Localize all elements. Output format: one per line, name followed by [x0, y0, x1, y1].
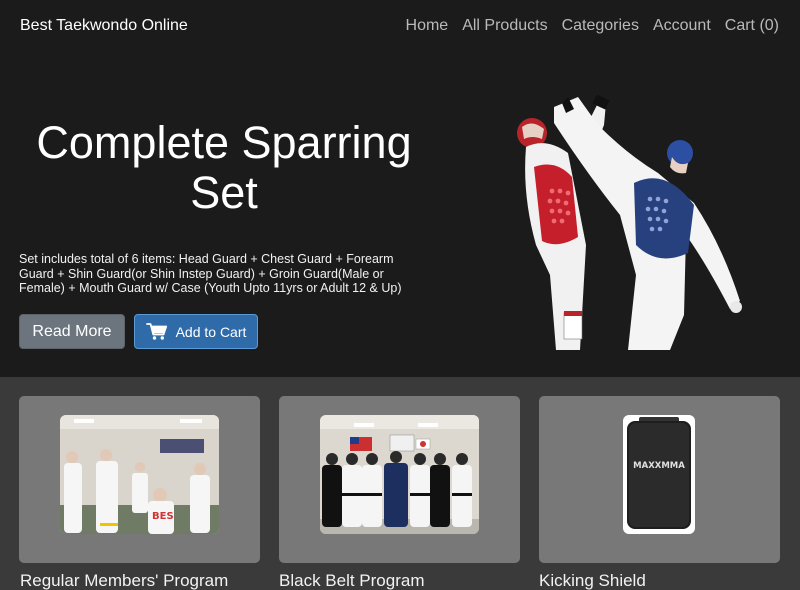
hero-title-line2: Set [190, 167, 258, 218]
sparring-athletes-image [517, 95, 742, 350]
nav-home[interactable]: Home [406, 17, 449, 35]
hero-section: Complete Sparring Set Set includes total… [0, 52, 800, 377]
hero-title: Complete Sparring Set [20, 118, 428, 218]
read-more-label: Read More [32, 322, 112, 340]
add-to-cart-button[interactable]: Add to Cart [134, 314, 258, 349]
product-title-kicking-shield[interactable]: Kicking Shield [539, 571, 646, 590]
add-to-cart-label: Add to Cart [175, 323, 247, 340]
product-card-black-belt-program[interactable] [279, 396, 520, 563]
black-belt-group-photo [320, 415, 479, 534]
kicking-shield-photo: MAXXMMA [623, 415, 695, 534]
read-more-button[interactable]: Read More [19, 314, 125, 349]
brand-link[interactable]: Best Taekwondo Online [20, 17, 188, 35]
product-title-regular-members-program[interactable]: Regular Members' Program [20, 571, 228, 590]
product-card-regular-members-program[interactable]: BES [19, 396, 260, 563]
product-title-black-belt-program[interactable]: Black Belt Program [279, 571, 425, 590]
blue-athlete-figure [554, 97, 742, 350]
nav-account[interactable]: Account [653, 17, 711, 35]
shopping-cart-icon [145, 323, 167, 340]
nav-categories[interactable]: Categories [562, 17, 639, 35]
hero-description: Set includes total of 6 items: Head Guar… [19, 252, 402, 295]
nav-cart[interactable]: Cart (0) [725, 17, 779, 35]
nav-all-products[interactable]: All Products [462, 17, 547, 35]
products-section: BES MAXXMMA Regular Members' Program Bla… [0, 377, 800, 590]
svg-text:BES: BES [152, 511, 174, 522]
svg-text:MAXXMMA: MAXXMMA [633, 461, 685, 471]
nav-links: Home All Products Categories Account Car… [406, 17, 779, 35]
hero-title-line1: Complete Sparring [36, 117, 412, 168]
navbar: Best Taekwondo Online Home All Products … [0, 0, 800, 52]
class-group-photo: BES [60, 415, 219, 534]
product-card-kicking-shield[interactable]: MAXXMMA [539, 396, 780, 563]
